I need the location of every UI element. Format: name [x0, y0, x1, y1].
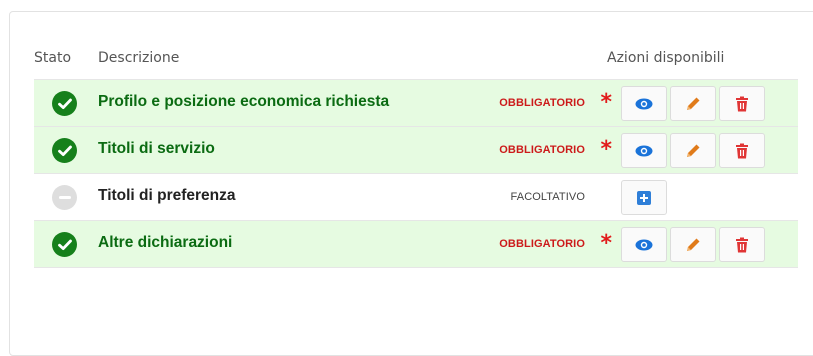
view-button[interactable] — [621, 133, 667, 168]
edit-button[interactable] — [670, 133, 716, 168]
requirement-badge: OBBLIGATORIO — [499, 97, 585, 109]
edit-button[interactable] — [670, 227, 716, 262]
section-description: Profilo e posizione economica richiesta — [98, 93, 390, 110]
trash-icon — [736, 237, 748, 252]
table-row: Titoli di servizio OBBLIGATORIO * — [34, 127, 798, 174]
asterisk-icon: * — [600, 231, 612, 256]
delete-button[interactable] — [719, 133, 765, 168]
edit-button[interactable] — [670, 86, 716, 121]
view-button[interactable] — [621, 227, 667, 262]
asterisk-icon: * — [600, 90, 612, 115]
table-header: Stato Descrizione Azioni disponibili — [34, 38, 798, 80]
trash-icon — [736, 96, 748, 111]
check-circle-icon — [52, 138, 77, 163]
section-description: Titoli di preferenza — [98, 187, 236, 204]
section-description: Altre dichiarazioni — [98, 234, 233, 251]
pencil-icon — [687, 97, 700, 110]
eye-icon — [635, 239, 653, 250]
header-stato: Stato — [34, 50, 72, 66]
plus-square-icon — [637, 190, 651, 205]
table-row: Profilo e posizione economica richiesta … — [34, 80, 798, 127]
trash-icon — [736, 143, 748, 158]
section-description: Titoli di servizio — [98, 140, 215, 157]
table-row: Altre dichiarazioni OBBLIGATORIO * — [34, 221, 798, 268]
requirement-badge: OBBLIGATORIO — [499, 144, 585, 156]
requirement-badge: OBBLIGATORIO — [499, 238, 585, 250]
delete-button[interactable] — [719, 86, 765, 121]
eye-icon — [635, 98, 653, 109]
pencil-icon — [687, 238, 700, 251]
asterisk-icon: * — [600, 137, 612, 162]
add-button[interactable] — [621, 180, 667, 215]
minus-circle-icon — [52, 185, 77, 210]
table-row: Titoli di preferenza FACOLTATIVO — [34, 174, 798, 221]
eye-icon — [635, 145, 653, 156]
sections-table: Stato Descrizione Azioni disponibili Pro… — [34, 38, 798, 268]
header-azioni: Azioni disponibili — [607, 50, 725, 66]
check-circle-icon — [52, 232, 77, 257]
delete-button[interactable] — [719, 227, 765, 262]
view-button[interactable] — [621, 86, 667, 121]
pencil-icon — [687, 144, 700, 157]
requirement-badge: FACOLTATIVO — [510, 191, 585, 203]
header-descrizione: Descrizione — [98, 50, 180, 66]
check-circle-icon — [52, 91, 77, 116]
